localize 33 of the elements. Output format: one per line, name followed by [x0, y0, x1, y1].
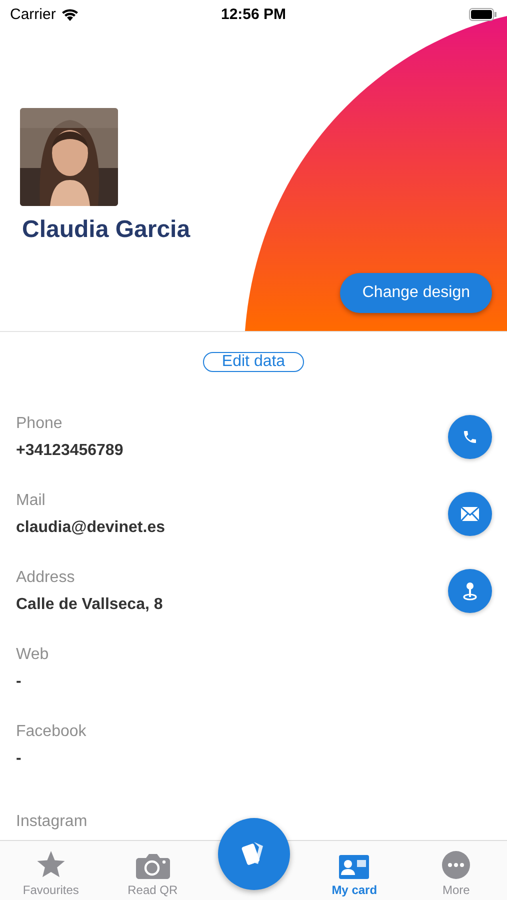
location-button[interactable] [448, 569, 492, 613]
mail-button[interactable] [448, 492, 492, 536]
tab-item[interactable]: My card [304, 841, 406, 900]
field-value: +34123456789 [16, 442, 124, 460]
battery-icon [469, 8, 498, 20]
field-label: Address [16, 568, 76, 586]
cards-fab-button[interactable] [218, 818, 290, 890]
star-icon [36, 851, 66, 879]
field-value: Calle de Vallseca, 8 [16, 596, 164, 614]
change-design-button[interactable]: Change design [340, 273, 492, 313]
field-label: Web [16, 646, 50, 664]
field-label: Mail [16, 492, 46, 510]
clock-time: 12:56 PM [220, 6, 286, 22]
edit-data-button[interactable]: Edit data [202, 352, 304, 372]
more-icon [442, 851, 470, 879]
tab-item[interactable]: Favourites [0, 841, 102, 900]
id-card-icon [339, 855, 370, 879]
profile-name: Claudia Garcia [21, 216, 190, 244]
carrier-label: Carrier [10, 6, 56, 22]
tab-item[interactable]: More [405, 841, 507, 900]
phone-button[interactable] [448, 415, 492, 459]
field-label: Facebook [16, 722, 88, 740]
tab-item[interactable]: Read QR [102, 841, 204, 900]
field-value: - [16, 672, 22, 690]
camera-icon [136, 853, 170, 879]
phone-icon [462, 429, 478, 445]
field-label: Phone [16, 414, 64, 432]
wifi-icon [60, 8, 79, 20]
field-value: claudia@devinet.es [16, 518, 166, 536]
envelope-icon [461, 507, 479, 521]
map-pin-icon [462, 581, 478, 601]
field-value: - [16, 750, 22, 768]
field-label: Instagram [16, 813, 88, 831]
